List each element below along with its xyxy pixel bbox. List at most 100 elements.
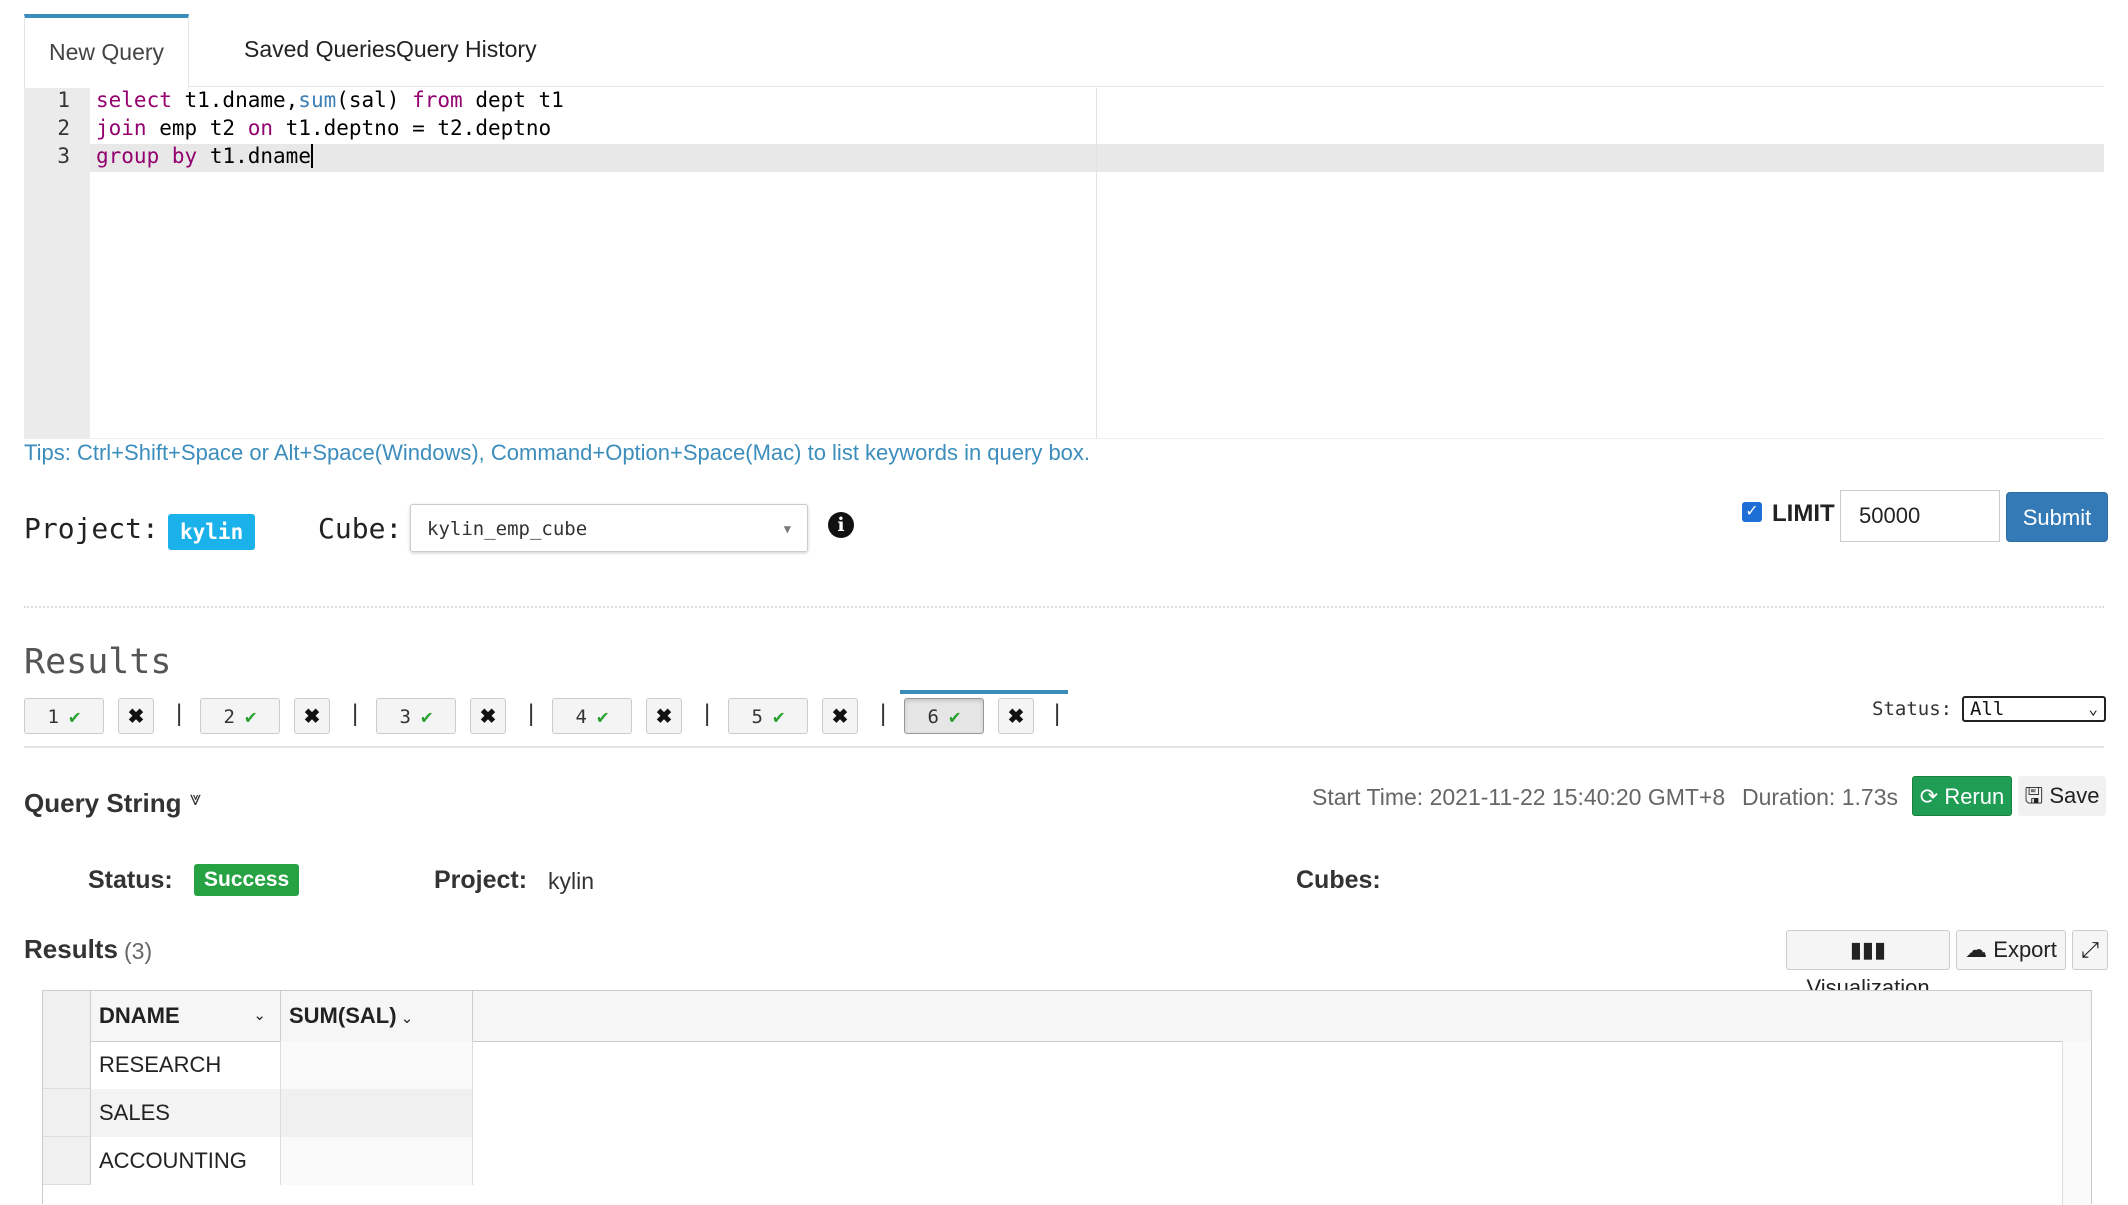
- query-tab-label: 6: [927, 706, 939, 728]
- visualization-button[interactable]: ▮▮▮ Visualization: [1786, 930, 1950, 1000]
- results-table-title: Results: [24, 934, 118, 964]
- grid-scrollbar[interactable]: [2062, 1041, 2091, 1205]
- editor-gutter: 1 2 3: [24, 88, 90, 438]
- sql-keyword: on: [247, 116, 274, 140]
- tab-query-history[interactable]: Query History: [372, 14, 561, 85]
- table-cell: [281, 1137, 473, 1185]
- check-icon: ✔: [597, 706, 609, 728]
- project-badge: kylin: [168, 514, 256, 550]
- query-tab-5[interactable]: 5 ✔: [728, 698, 808, 734]
- row-selector[interactable]: [43, 1041, 91, 1089]
- row-selector[interactable]: [43, 1089, 91, 1137]
- cubes-label: Cubes:: [1296, 866, 1381, 894]
- status-filter-label: Status:: [1872, 698, 1953, 720]
- active-tab-indicator: [900, 690, 1068, 694]
- limit-checkbox[interactable]: ✓: [1742, 502, 1762, 522]
- project-label: Project:: [24, 512, 159, 545]
- cube-select[interactable]: kylin_emp_cube ▼: [410, 504, 808, 552]
- sql-editor[interactable]: 1 2 3 select t1.dname,sum(sal) from dept…: [24, 88, 2104, 439]
- query-tabs-bar: New Query Saved Queries Query History: [24, 14, 2104, 90]
- sql-text: (sal): [336, 88, 413, 112]
- query-tab-6[interactable]: 6 ✔: [904, 698, 984, 734]
- tab-separator: |: [704, 700, 711, 727]
- rerun-label: Rerun: [1944, 784, 2005, 809]
- table-cell: [281, 1041, 473, 1089]
- sql-keyword: select: [96, 88, 172, 112]
- editor-tips: Tips: Ctrl+Shift+Space or Alt+Space(Wind…: [24, 440, 1091, 465]
- check-icon: ✔: [949, 706, 961, 728]
- check-icon: ✔: [773, 706, 785, 728]
- column-label: SUM(SAL): [289, 1003, 397, 1028]
- row-select-header[interactable]: [43, 991, 91, 1041]
- row-selector[interactable]: [43, 1137, 91, 1185]
- query-string-toggle[interactable]: Query String: [24, 788, 181, 819]
- column-label: DNAME: [99, 1003, 180, 1028]
- close-query-4-button[interactable]: ✖: [646, 698, 682, 734]
- query-tab-2[interactable]: 2 ✔: [200, 698, 280, 734]
- close-query-5-button[interactable]: ✖: [822, 698, 858, 734]
- tab-separator: |: [880, 700, 887, 727]
- caret-down-icon: ▼: [783, 522, 791, 536]
- sql-text: t1.dname: [197, 144, 311, 168]
- floppy-icon: 🖫: [2024, 783, 2050, 808]
- double-chevron-down-icon[interactable]: ⩔: [190, 788, 201, 811]
- bar-chart-icon: ▮▮▮: [1849, 937, 1887, 962]
- export-label: Export: [1993, 937, 2057, 962]
- column-header-dname[interactable]: DNAME ⌄: [91, 991, 281, 1041]
- query-tab-3[interactable]: 3 ✔: [376, 698, 456, 734]
- close-query-3-button[interactable]: ✖: [470, 698, 506, 734]
- sql-text: emp t2: [146, 116, 248, 140]
- limit-input[interactable]: 50000: [1840, 490, 2000, 542]
- start-time: Start Time: 2021-11-22 15:40:20 GMT+8: [1312, 784, 1726, 810]
- sql-keyword: group: [96, 144, 160, 168]
- cloud-download-icon: ☁: [1965, 937, 1994, 962]
- tab-new-query[interactable]: New Query: [24, 14, 190, 90]
- divider: [24, 606, 2104, 608]
- save-label: Save: [2049, 783, 2100, 808]
- rerun-button[interactable]: ⟳ Rerun: [1912, 776, 2012, 816]
- submit-button[interactable]: Submit: [2006, 492, 2108, 542]
- sql-text: dept t1: [462, 88, 564, 112]
- line-number: 3: [57, 144, 70, 168]
- tab-separator: |: [528, 700, 535, 727]
- project-label-2: Project:: [434, 866, 528, 894]
- expand-icon: ⤢: [2081, 937, 2099, 962]
- results-count: (3): [124, 938, 153, 964]
- code-line-3: group by t1.dname: [96, 144, 313, 168]
- check-icon: ✔: [245, 706, 257, 728]
- status-filter-select[interactable]: All ⌄: [1962, 696, 2106, 722]
- query-tab-1[interactable]: 1 ✔: [24, 698, 104, 734]
- close-query-6-button[interactable]: ✖: [998, 698, 1034, 734]
- close-query-1-button[interactable]: ✖: [118, 698, 154, 734]
- fullscreen-button[interactable]: ⤢: [2072, 930, 2108, 970]
- sql-function: sum: [298, 88, 337, 112]
- save-button[interactable]: 🖫 Save: [2018, 776, 2106, 816]
- column-header-sum-sal[interactable]: SUM(SAL) ⌄: [281, 991, 473, 1041]
- sql-keyword: by: [171, 144, 198, 168]
- tab-separator: |: [1054, 700, 1061, 727]
- chevron-down-icon[interactable]: ⌄: [397, 1010, 414, 1027]
- query-tab-4[interactable]: 4 ✔: [552, 698, 632, 734]
- table-cell: SALES: [91, 1089, 281, 1137]
- table-cell: RESEARCH: [91, 1041, 281, 1089]
- sql-keyword: from: [412, 88, 463, 112]
- results-grid: DNAME ⌄ SUM(SAL) ⌄ RESEARCH SALES ACCOUN…: [42, 990, 2092, 1205]
- table-cell: [281, 1089, 473, 1137]
- refresh-icon: ⟳: [1919, 784, 1945, 809]
- query-tab-label: 2: [223, 706, 235, 728]
- cube-label: Cube:: [318, 512, 403, 545]
- query-tab-label: 3: [399, 706, 411, 728]
- chevron-down-icon[interactable]: ⌄: [253, 991, 266, 1041]
- print-margin: [1096, 88, 1097, 438]
- line-number: 1: [57, 88, 70, 112]
- line-number: 2: [57, 116, 70, 140]
- export-button[interactable]: ☁ Export: [1956, 930, 2066, 970]
- close-query-2-button[interactable]: ✖: [294, 698, 330, 734]
- status-label: Status:: [88, 866, 173, 894]
- query-tab-label: 5: [751, 706, 763, 728]
- tab-separator: |: [352, 700, 359, 727]
- tab-separator: |: [176, 700, 183, 727]
- check-icon: ✔: [69, 706, 81, 728]
- info-icon[interactable]: i: [828, 512, 854, 538]
